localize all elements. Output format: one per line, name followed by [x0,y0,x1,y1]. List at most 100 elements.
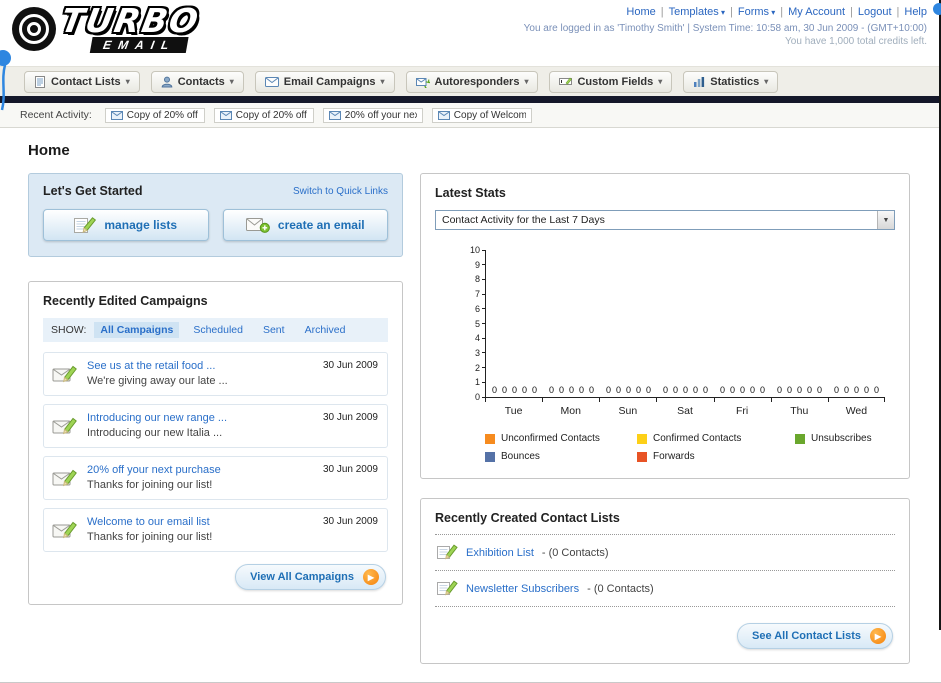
contact-list-item[interactable]: Newsletter Subscribers - (0 Contacts) [435,571,895,607]
top-link-forms[interactable]: Forms ▾ [738,6,775,18]
bar-value: 0 [719,385,725,395]
campaign-filter-archived[interactable]: Archived [299,322,352,338]
campaign-text: Introducing our new range ... Introducing… [87,412,227,440]
bar-value-labels: 00000 [600,385,657,395]
link-separator: | [660,6,664,18]
nav-tab-statistics[interactable]: Statistics ▾ [683,70,779,93]
stats-filter-select[interactable]: Contact Activity for the Last 7 Days [435,210,895,230]
logo-text: TURBO EMAIL [56,1,203,53]
campaign-filter-scheduled[interactable]: Scheduled [187,322,249,338]
bar-value: 0 [760,385,766,395]
recent-activity-item-label: Copy of 20% off yo [235,109,308,121]
page-title: Home [28,142,70,159]
nav-tab-contact-lists[interactable]: Contact Lists ▾ [24,70,140,93]
chevron-down-icon: ▾ [524,77,529,86]
campaign-title-link[interactable]: Welcome to our email list [87,516,212,528]
envelope-icon [328,110,341,120]
view-all-campaigns-button[interactable]: View All Campaigns [235,564,386,590]
campaign-filter-all-campaigns[interactable]: All Campaigns [94,322,180,338]
campaign-title-link[interactable]: See us at the retail food ... [87,360,228,372]
bar-value: 0 [558,385,564,395]
header-right: Home | Templates ▾ | Forms ▾ | My Account | Logo… [524,6,927,47]
recent-activity-item[interactable]: 20% off your next p [322,107,423,123]
legend-swatch [637,451,647,462]
chart-bar-group: 00000 [771,250,828,397]
chart-x-axis: Tue Mon Sun Sat Fri Thu Wed [485,398,885,417]
campaign-title-link[interactable]: 20% off your next purchase [87,464,221,476]
contact-list-item[interactable]: Exhibition List - (0 Contacts) [435,535,895,571]
campaign-list: See us at the retail food ... We're givin… [43,352,388,552]
arrow-right-icon [363,569,379,585]
statistics-icon [693,76,705,88]
turbo-email-logo[interactable]: TURBO EMAIL [0,0,280,53]
contact-list-link[interactable]: Exhibition List [466,547,534,559]
recently-created-contact-lists-panel: Recently Created Contact Lists Exhibitio… [420,498,910,664]
bar-value: 0 [750,385,756,395]
contact-list-link[interactable]: Newsletter Subscribers [466,583,579,595]
bar-value: 0 [491,385,497,395]
nav-tab-contacts[interactable]: Contacts ▾ [150,70,244,93]
campaign-text: Welcome to our email list Thanks for join… [87,516,212,544]
campaign-list-item[interactable]: 20% off your next purchase Thanks for joi… [43,456,388,500]
top-link-templates[interactable]: Templates ▾ [669,6,725,18]
campaign-icon [52,414,78,440]
recent-activity-item[interactable]: Copy of Welcome to [431,107,532,123]
campaign-subtitle: We're giving away our late ... [87,375,228,387]
campaign-list-item[interactable]: Introducing our new range ... Introducing… [43,404,388,448]
bar-value: 0 [579,385,585,395]
pencil-icon [437,580,458,597]
chart-legend: Unconfirmed Contacts Confirmed Contacts Un… [485,433,885,462]
create-email-label: create an email [277,218,365,232]
nav-tab-autoresponders[interactable]: Autoresponders ▾ [405,70,539,93]
campaign-list-item[interactable]: Welcome to our email list Thanks for join… [43,508,388,552]
header: TURBO EMAIL Home | Templates ▾ | Forms ▾ | My … [0,0,941,111]
recent-activity-item[interactable]: Copy of 20% off yo [213,107,314,123]
create-email-button[interactable]: create an email [222,209,388,241]
chart-bar-group: 00000 [657,250,714,397]
campaign-filter-sent[interactable]: Sent [257,322,291,338]
recent-activity-bar: Recent Activity: Copy of 20% off yoCopy … [0,103,941,128]
campaign-icon [52,466,78,492]
bar-value: 0 [739,385,745,395]
top-link-logout[interactable]: Logout [858,6,892,18]
custom-fields-icon [559,76,573,87]
y-axis-label: 3 [474,347,480,358]
legend-label: Confirmed Contacts [653,433,742,444]
x-axis-label: Sun [599,398,656,417]
main-content: Home Let's Get Started Switch to Quick L… [0,128,941,664]
switch-to-quick-links-link[interactable]: Switch to Quick Links [293,186,388,197]
legend-swatch [485,433,495,444]
bar-value-labels: 00000 [714,385,771,395]
top-link-home[interactable]: Home [626,6,655,18]
x-axis-label: Fri [713,398,771,417]
bar-value: 0 [662,385,668,395]
campaign-list-item[interactable]: See us at the retail food ... We're givin… [43,352,388,396]
create-email-icon [245,217,270,233]
manage-lists-button[interactable]: manage lists [43,209,209,241]
y-axis-label: 0 [474,392,480,402]
bar-value: 0 [853,385,859,395]
see-all-contact-lists-button[interactable]: See All Contact Lists [736,623,893,649]
recent-activity-item[interactable]: Copy of 20% off yo [104,107,205,123]
legend-swatch [637,433,647,444]
nav-tab-custom-fields[interactable]: Custom Fields ▾ [549,70,673,93]
bar-value: 0 [874,385,880,395]
bar-value-labels: 00000 [771,385,828,395]
contact-lists-icon [34,75,46,88]
top-link-my-account[interactable]: My Account [788,6,845,18]
latest-stats-panel: Latest Stats Contact Activity for the La… [420,173,910,479]
legend-swatch [485,451,495,462]
bar-value: 0 [568,385,574,395]
bar-value: 0 [864,385,870,395]
login-info: You are logged in as 'Timothy Smith' | S… [523,23,927,34]
nav-tab-email-campaigns[interactable]: Email Campaigns ▾ [254,70,395,93]
recent-activity-items: Copy of 20% off yo Copy of 20% off yo 20% … [104,107,532,123]
bar-value: 0 [833,385,839,395]
contacts-icon [161,76,173,88]
nav-tab-label: Contact Lists [51,75,121,88]
campaign-title-link[interactable]: Introducing our new range ... [87,412,227,424]
top-link-help[interactable]: Help [904,6,927,18]
chevron-down-icon: ▾ [769,8,776,17]
autoresponders-icon [415,76,430,88]
bar-value: 0 [807,385,813,395]
